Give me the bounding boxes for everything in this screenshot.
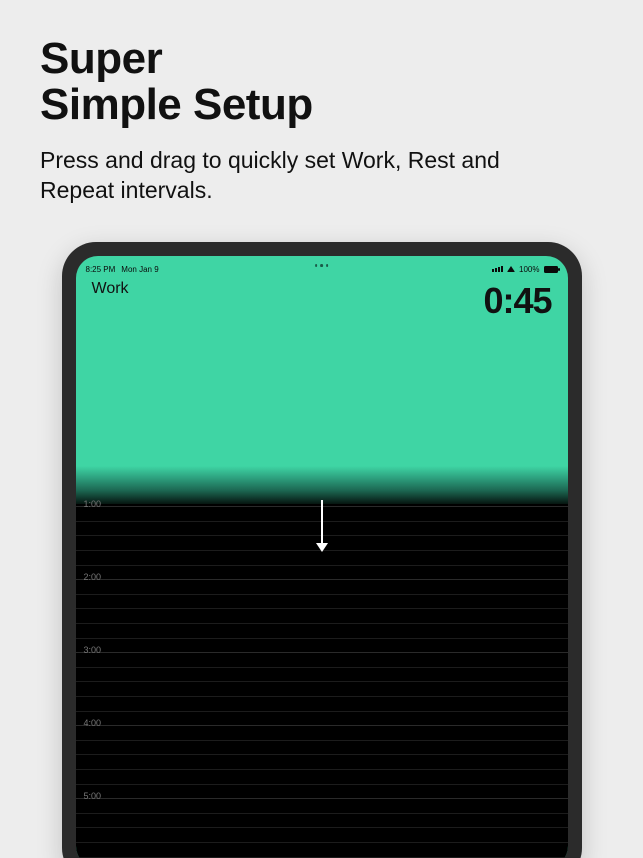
tick-major: 4:00 xyxy=(76,725,568,726)
interval-duration-value: 0:45 xyxy=(483,280,551,322)
status-time: 8:25 PM xyxy=(86,265,116,274)
tick-label: 1:00 xyxy=(84,499,102,509)
battery-percent: 100% xyxy=(519,265,539,274)
device-frame: 8:25 PM Mon Jan 9 100% Work 0: xyxy=(62,242,582,858)
app-screen[interactable]: 8:25 PM Mon Jan 9 100% Work 0: xyxy=(76,256,568,858)
interval-mode-label: Work xyxy=(92,280,129,298)
multitask-dots-icon xyxy=(315,264,329,267)
tick-minor xyxy=(76,784,568,785)
tick-minor xyxy=(76,769,568,770)
battery-icon xyxy=(544,266,558,273)
tick-minor xyxy=(76,711,568,712)
time-ruler: 1:00 2:00 3:00 4:00 5:00 xyxy=(76,504,568,858)
tick-major: 1:00 xyxy=(76,506,568,507)
tick-label: 3:00 xyxy=(84,645,102,655)
tick-major: 3:00 xyxy=(76,652,568,653)
tick-major: 5:00 xyxy=(76,798,568,799)
tick-label: 5:00 xyxy=(84,791,102,801)
tick-minor xyxy=(76,842,568,843)
tick-minor xyxy=(76,681,568,682)
status-bar: 8:25 PM Mon Jan 9 100% xyxy=(76,262,568,276)
tick-minor xyxy=(76,638,568,639)
tick-label: 4:00 xyxy=(84,718,102,728)
tick-minor xyxy=(76,594,568,595)
cellular-icon xyxy=(492,266,503,272)
tick-minor xyxy=(76,857,568,858)
tick-minor xyxy=(76,550,568,551)
status-date: Mon Jan 9 xyxy=(121,265,158,274)
tick-minor xyxy=(76,565,568,566)
subhead: Press and drag to quickly set Work, Rest… xyxy=(40,146,580,206)
tick-minor xyxy=(76,535,568,536)
tick-minor xyxy=(76,813,568,814)
tick-minor xyxy=(76,623,568,624)
headline: Super Simple Setup xyxy=(40,36,603,128)
tick-minor xyxy=(76,667,568,668)
drag-handle-region[interactable] xyxy=(76,466,568,504)
tick-minor xyxy=(76,827,568,828)
tick-minor xyxy=(76,608,568,609)
tick-minor xyxy=(76,740,568,741)
headline-line-2: Simple Setup xyxy=(40,80,313,129)
tick-label: 2:00 xyxy=(84,572,102,582)
tick-minor xyxy=(76,696,568,697)
tick-minor xyxy=(76,754,568,755)
wifi-icon xyxy=(507,266,515,272)
headline-line-1: Super xyxy=(40,34,162,83)
tick-minor xyxy=(76,521,568,522)
duration-track[interactable]: 1:00 2:00 3:00 4:00 5:00 xyxy=(76,504,568,858)
tick-major: 2:00 xyxy=(76,579,568,580)
